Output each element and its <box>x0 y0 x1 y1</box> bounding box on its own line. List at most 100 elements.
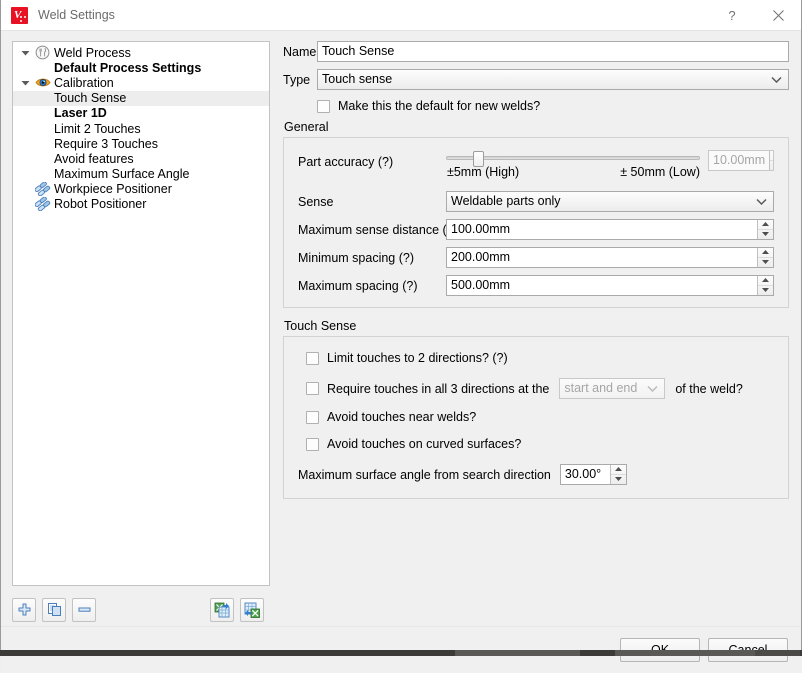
tree-item-label: Touch Sense <box>54 91 127 106</box>
window-controls: ? <box>709 0 801 31</box>
type-select-value: Touch sense <box>322 72 393 86</box>
minimum-spacing-row: Minimum spacing (?) 200.00mm <box>298 247 774 268</box>
tree-item-laser-1d[interactable]: Laser 1D <box>13 106 269 121</box>
duplicate-icon[interactable] <box>42 597 66 622</box>
spinner-down-icon[interactable] <box>758 286 773 296</box>
tree-item-avoid-features[interactable]: Avoid features <box>13 151 269 166</box>
max-sense-distance-label: Maximum sense distance (?) <box>298 222 458 237</box>
sense-select[interactable]: Weldable parts only <box>446 191 774 212</box>
spinner-down-icon[interactable] <box>758 258 773 268</box>
chevron-down-icon <box>771 70 782 89</box>
max-sense-distance-value[interactable]: 100.00mm <box>447 220 757 239</box>
part-accuracy-slider[interactable]: ±5mm (High) ± 50mm (Low) <box>446 150 700 180</box>
weld-position-value: start and end <box>564 381 638 395</box>
part-accuracy-spinner[interactable]: 10.00mm <box>708 150 774 171</box>
spinner-buttons[interactable] <box>769 151 773 171</box>
max-surface-angle-value[interactable]: 30.00° <box>561 465 610 484</box>
help-icon[interactable]: ? <box>709 0 755 31</box>
spinner-down-icon[interactable] <box>770 161 773 171</box>
sense-select-value: Weldable parts only <box>451 194 561 208</box>
tree-item-label: Robot Positioner <box>54 197 147 212</box>
minimum-spacing-value[interactable]: 200.00mm <box>447 248 757 267</box>
name-label: Name <box>283 44 317 59</box>
tree-item-label: Workpiece Positioner <box>54 182 172 197</box>
require-touches-row: Require touches in all 3 directions at t… <box>298 378 774 399</box>
slider-track <box>446 156 700 160</box>
name-input[interactable]: Touch Sense <box>317 41 789 62</box>
tree-item-label: Limit 2 Touches <box>54 121 141 136</box>
tree-item-limit-2-touches[interactable]: Limit 2 Touches <box>13 121 269 136</box>
max-surface-angle-spinner[interactable]: 30.00° <box>559 464 627 485</box>
part-accuracy-label: Part accuracy (?) <box>298 155 394 169</box>
spinner-down-icon[interactable] <box>611 475 626 485</box>
dialog-body: Weld Process Default Process Settings Cali… <box>1 31 801 626</box>
spinner-up-icon[interactable] <box>758 220 773 230</box>
tree-item-weld-process[interactable]: Weld Process <box>13 45 269 60</box>
minimum-spacing-spinner[interactable]: 200.00mm <box>446 247 774 268</box>
tree-item-maximum-surface-angle[interactable]: Maximum Surface Angle <box>13 167 269 182</box>
spinner-up-icon[interactable] <box>758 276 773 286</box>
chevron-down-icon[interactable] <box>17 80 33 86</box>
maximum-spacing-value[interactable]: 500.00mm <box>447 276 757 295</box>
remove-icon[interactable] <box>72 597 96 622</box>
tree-item-label: Laser 1D <box>54 106 107 121</box>
tree-item-default-process-settings[interactable]: Default Process Settings <box>13 60 269 75</box>
chevron-down-icon <box>756 192 767 211</box>
eye-icon <box>33 76 52 89</box>
add-icon[interactable] <box>12 597 36 622</box>
make-default-checkbox[interactable] <box>317 99 330 113</box>
tree-item-touch-sense[interactable]: Touch Sense <box>13 90 269 106</box>
settings-tree[interactable]: Weld Process Default Process Settings Cali… <box>12 41 270 586</box>
spinner-down-icon[interactable] <box>758 230 773 240</box>
tree-item-label: Weld Process <box>54 45 131 60</box>
touch-sense-group-title: Touch Sense <box>284 319 357 333</box>
avoid-near-welds-label: Avoid touches near welds? <box>327 410 477 424</box>
limit-touches-checkbox[interactable] <box>306 351 319 365</box>
window-title: Weld Settings <box>38 8 115 22</box>
spinner-buttons[interactable] <box>757 220 773 239</box>
name-row: Name Touch Sense <box>283 41 789 62</box>
chevron-down-icon <box>647 379 658 398</box>
weld-position-suffix: of the weld? <box>675 381 743 396</box>
tree-item-robot-positioner[interactable]: Robot Positioner <box>13 197 269 212</box>
touch-sense-group: Limit touches to 2 directions? (?) Requi… <box>283 336 789 499</box>
spinner-buttons[interactable] <box>609 465 626 485</box>
tree-item-require-3-touches[interactable]: Require 3 Touches <box>13 136 269 151</box>
type-select[interactable]: Touch sense <box>317 69 789 90</box>
spinner-up-icon[interactable] <box>770 151 773 161</box>
tree-item-workpiece-positioner[interactable]: Workpiece Positioner <box>13 182 269 197</box>
close-icon[interactable] <box>755 0 801 31</box>
avoid-curved-checkbox[interactable] <box>306 437 319 451</box>
maximum-spacing-spinner[interactable]: 500.00mm <box>446 275 774 296</box>
tree-item-calibration[interactable]: Calibration <box>13 75 269 90</box>
weld-process-icon <box>33 45 52 60</box>
avoid-near-welds-checkbox[interactable] <box>306 410 319 424</box>
tree-item-label: Require 3 Touches <box>54 136 159 151</box>
weld-app-icon: V <box>11 6 28 24</box>
slider-max-label: ± 50mm (Low) <box>620 165 700 179</box>
positioner-icon <box>33 182 52 197</box>
tree-item-label: Avoid features <box>54 151 134 166</box>
spinner-up-icon[interactable] <box>758 248 773 258</box>
minimum-spacing-label: Minimum spacing (?) <box>298 250 415 265</box>
tree-toolbar <box>12 586 270 626</box>
part-accuracy-value: 10.00mm <box>713 153 766 167</box>
make-default-label: Make this the default for new welds? <box>338 99 541 113</box>
export-icon[interactable] <box>240 597 264 622</box>
spinner-up-icon[interactable] <box>610 465 626 475</box>
import-icon[interactable] <box>210 597 234 622</box>
max-sense-distance-row: Maximum sense distance (?) 100.00mm <box>298 219 774 240</box>
tree-item-label: Maximum Surface Angle <box>54 167 190 182</box>
require-touches-checkbox[interactable] <box>306 382 319 395</box>
spinner-buttons[interactable] <box>757 248 773 267</box>
sense-row: Sense Weldable parts only <box>298 191 774 212</box>
weld-position-select[interactable]: start and end <box>559 378 666 399</box>
max-surface-angle-label: Maximum surface angle from search direct… <box>298 467 551 482</box>
left-pane: Weld Process Default Process Settings Cali… <box>12 41 270 626</box>
sense-label: Sense <box>298 194 334 209</box>
require-touches-label: Require touches in all 3 directions at t… <box>327 381 550 396</box>
right-pane: Name Touch Sense Type Touch sense Make t… <box>270 41 790 626</box>
max-sense-distance-spinner[interactable]: 100.00mm <box>446 219 774 240</box>
spinner-buttons[interactable] <box>757 276 773 295</box>
chevron-down-icon[interactable] <box>17 50 33 56</box>
